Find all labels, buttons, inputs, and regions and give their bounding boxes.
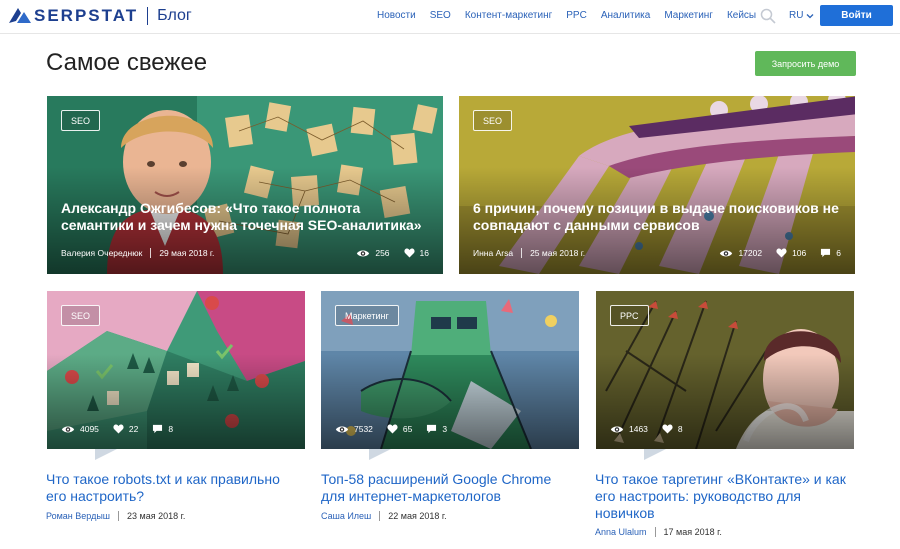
meta-divider bbox=[118, 511, 120, 521]
category-tag[interactable]: PPC bbox=[610, 305, 649, 326]
views-count: 4095 bbox=[80, 424, 99, 434]
request-demo-button[interactable]: Запросить демо bbox=[755, 51, 856, 76]
article-stats: 256 16 bbox=[356, 248, 429, 258]
meta-divider bbox=[521, 248, 523, 258]
category-tag[interactable]: SEO bbox=[61, 110, 101, 131]
article-stats: 4095 22 8 bbox=[61, 424, 187, 434]
article-author[interactable]: Роман Вердыш bbox=[46, 511, 110, 521]
featured-card-1[interactable]: SEO Александр Ожгибесов: «Что такое полн… bbox=[47, 96, 443, 274]
card-notch bbox=[95, 449, 117, 460]
article-title-link[interactable]: Что такое таргетинг «ВКонтакте» и как ег… bbox=[595, 471, 857, 522]
likes-count: 8 bbox=[677, 424, 683, 434]
category-tag[interactable]: Маркетинг bbox=[335, 305, 399, 326]
image-overlay bbox=[47, 354, 305, 449]
logo-section-label: Блог bbox=[157, 7, 192, 24]
article-author: Инна Arsa bbox=[473, 248, 514, 258]
meta-divider bbox=[379, 511, 381, 521]
article-date: 25 мая 2018 г. bbox=[530, 248, 586, 258]
likes-count: 22 bbox=[128, 424, 139, 434]
views-count: 17202 bbox=[738, 248, 763, 258]
views-count: 7532 bbox=[354, 424, 373, 434]
featured-card-2[interactable]: SEO 6 причин, почему позиции в выдаче по… bbox=[459, 96, 855, 274]
logo-separator bbox=[147, 7, 149, 25]
card-notch bbox=[369, 449, 391, 460]
article-title-link[interactable]: Что такое robots.txt и как правильно его… bbox=[46, 471, 301, 505]
nav-link-cases[interactable]: Кейсы bbox=[727, 10, 756, 21]
article-stats: 1463 8 bbox=[610, 424, 697, 434]
category-tag[interactable]: SEO bbox=[61, 305, 101, 326]
eye-icon bbox=[335, 425, 349, 434]
card-notch bbox=[644, 449, 666, 460]
heart-icon bbox=[404, 248, 415, 258]
article-stats: 7532 65 3 bbox=[335, 424, 461, 434]
eye-icon bbox=[356, 249, 370, 258]
nav-link-seo[interactable]: SEO bbox=[430, 10, 451, 21]
heart-icon bbox=[662, 424, 673, 434]
article-meta: Роман Вердыш 23 мая 2018 г. bbox=[46, 511, 185, 521]
article-date: 22 мая 2018 г. bbox=[388, 511, 447, 521]
meta-divider bbox=[654, 527, 656, 537]
article-meta: Валерия Очереднюк 29 мая 2018 г. 256 16 bbox=[61, 247, 429, 259]
article-card-1-image[interactable]: SEO 4095 22 8 bbox=[47, 291, 305, 449]
serpstat-logo-icon bbox=[9, 8, 31, 23]
nav-link-news[interactable]: Новости bbox=[377, 10, 416, 21]
language-label: RU bbox=[789, 10, 804, 21]
language-selector[interactable]: RU bbox=[789, 10, 814, 21]
eye-icon bbox=[719, 249, 733, 258]
category-tag[interactable]: SEO bbox=[473, 110, 513, 131]
article-meta: Инна Arsa 25 мая 2018 г. 17202 106 6 bbox=[473, 247, 841, 259]
comment-icon bbox=[426, 424, 437, 434]
comments-count: 6 bbox=[836, 248, 841, 258]
article-stats: 17202 106 6 bbox=[719, 248, 841, 258]
page-title: Самое свежее bbox=[46, 49, 208, 76]
serpstat-logo[interactable]: SERPSTAT Блог bbox=[9, 6, 192, 26]
article-date: 29 мая 2018 г. bbox=[159, 248, 215, 258]
article-author: Валерия Очереднюк bbox=[61, 248, 143, 258]
nav-link-content-marketing[interactable]: Контент-маркетинг bbox=[465, 10, 552, 21]
likes-count: 106 bbox=[792, 248, 807, 258]
heart-icon bbox=[776, 248, 787, 258]
views-count: 256 bbox=[375, 248, 390, 258]
nav-link-ppc[interactable]: PPC bbox=[566, 10, 587, 21]
article-meta: Anna Ulalum 17 мая 2018 г. bbox=[595, 527, 722, 537]
search-icon[interactable] bbox=[760, 8, 776, 24]
comments-count: 3 bbox=[442, 424, 448, 434]
nav-link-marketing[interactable]: Маркетинг bbox=[664, 10, 713, 21]
article-card-2-image[interactable]: Маркетинг 7532 65 3 bbox=[321, 291, 579, 449]
eye-icon bbox=[61, 425, 75, 434]
article-meta: Саша Илеш 22 мая 2018 г. bbox=[321, 511, 447, 521]
logo-text: SERPSTAT bbox=[34, 6, 139, 25]
article-card-3-image[interactable]: PPC 1463 8 bbox=[596, 291, 854, 449]
image-overlay bbox=[596, 354, 854, 449]
heart-icon bbox=[387, 424, 398, 434]
eye-icon bbox=[610, 425, 624, 434]
meta-divider bbox=[150, 248, 152, 258]
site-header: SERPSTAT Блог Новости SEO Контент-маркет… bbox=[0, 0, 900, 34]
article-author[interactable]: Саша Илеш bbox=[321, 511, 371, 521]
likes-count: 65 bbox=[402, 424, 413, 434]
article-title: 6 причин, почему позиции в выдаче поиско… bbox=[473, 200, 839, 233]
comment-icon bbox=[152, 424, 163, 434]
likes-count: 16 bbox=[419, 248, 429, 258]
article-title-link[interactable]: Топ-58 расширений Google Chrome для инте… bbox=[321, 471, 579, 505]
login-button[interactable]: Войти bbox=[820, 5, 893, 26]
article-title: Александр Ожгибесов: «Что такое полнота … bbox=[61, 200, 422, 233]
article-author[interactable]: Anna Ulalum bbox=[595, 527, 647, 537]
chevron-down-icon bbox=[806, 13, 814, 18]
nav-link-analytics[interactable]: Аналитика bbox=[601, 10, 651, 21]
main-nav: Новости SEO Контент-маркетинг PPC Аналит… bbox=[377, 10, 770, 21]
article-date: 23 мая 2018 г. bbox=[127, 511, 186, 521]
heart-icon bbox=[113, 424, 124, 434]
views-count: 1463 bbox=[629, 424, 648, 434]
article-date: 17 мая 2018 г. bbox=[663, 527, 722, 537]
comment-icon bbox=[820, 248, 831, 258]
comments-count: 8 bbox=[168, 424, 174, 434]
image-overlay bbox=[321, 354, 579, 449]
